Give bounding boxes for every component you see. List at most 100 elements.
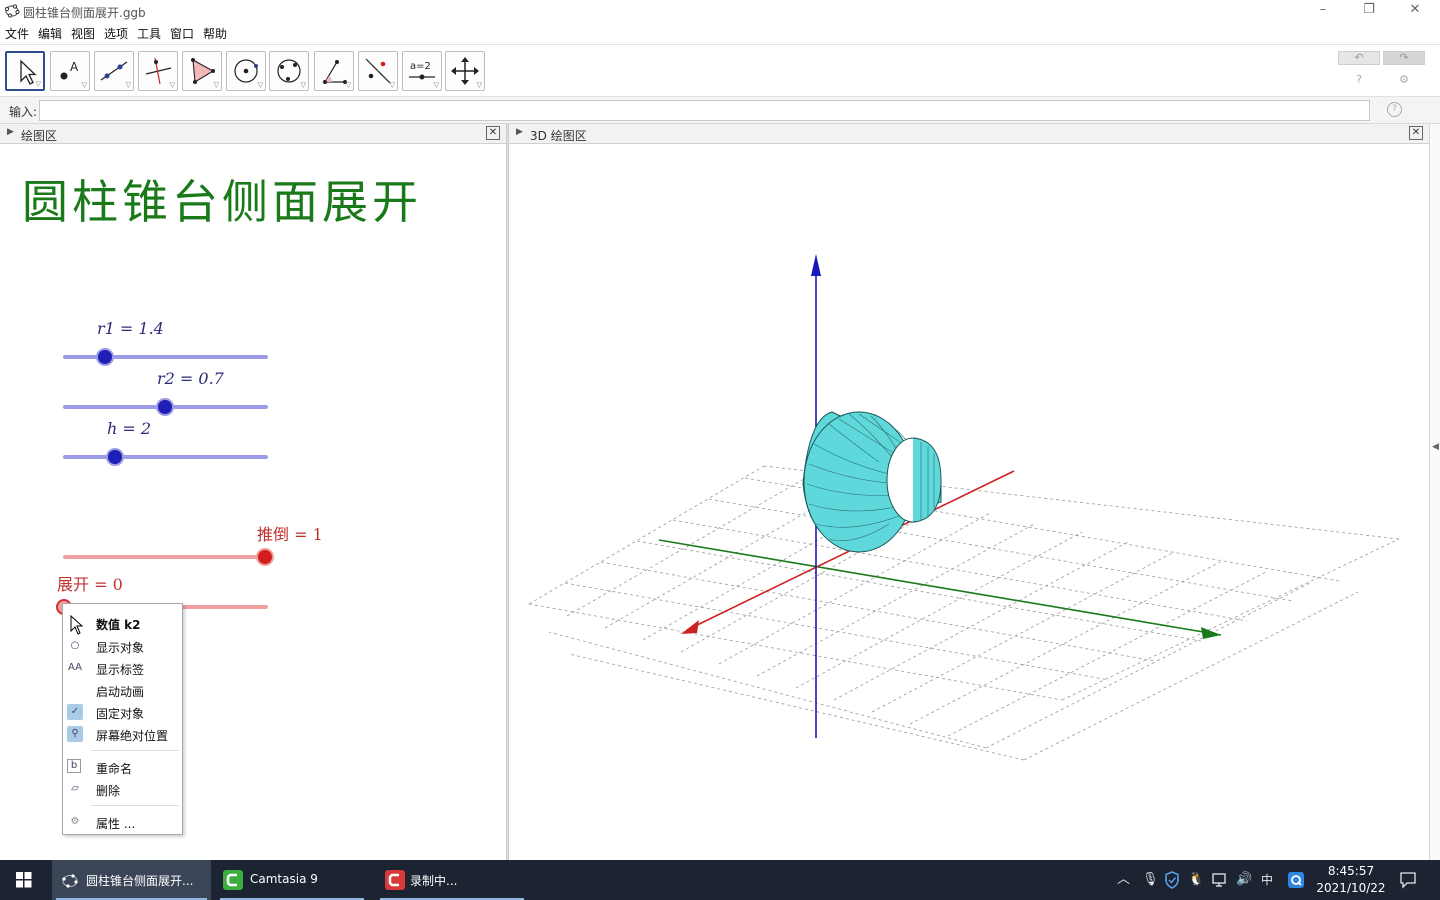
slider-zhankai-label[interactable]: 展开 = 0 bbox=[57, 571, 123, 595]
taskbar-app-geogebra[interactable]: 圆柱锥台侧面展开... bbox=[52, 860, 211, 900]
slider-h-track[interactable] bbox=[63, 455, 268, 459]
menu-item-start-animation[interactable]: 启动动画 bbox=[63, 679, 182, 701]
undo-icon: ↶ bbox=[1354, 51, 1364, 64]
dropdown-triangle-icon: ▽ bbox=[81, 81, 87, 89]
security-shield-icon[interactable] bbox=[1164, 871, 1180, 889]
menu-item-rename[interactable]: b 重命名 bbox=[63, 756, 182, 778]
menu-item-label: 重命名 bbox=[96, 762, 133, 776]
slider-tuidao-track[interactable] bbox=[63, 555, 268, 559]
frustum-surface[interactable] bbox=[802, 411, 942, 553]
menu-item-label: 删除 bbox=[96, 784, 121, 798]
volume-icon[interactable]: 🔊 bbox=[1236, 872, 1252, 888]
qq-penguin-icon[interactable]: 🐧 bbox=[1188, 872, 1204, 888]
menu-file[interactable]: 文件 bbox=[5, 25, 29, 42]
menu-window[interactable]: 窗口 bbox=[170, 25, 194, 42]
close-panel-icon[interactable]: ✕ bbox=[486, 126, 500, 140]
undo-button[interactable]: ↶ bbox=[1338, 51, 1380, 65]
slider-r2-knob[interactable] bbox=[158, 400, 172, 414]
move-arrows-icon bbox=[451, 57, 479, 85]
slider-h-knob[interactable] bbox=[108, 450, 122, 464]
move-tool-button[interactable]: ▽ bbox=[5, 51, 45, 91]
menu-item-delete[interactable]: ▱ 删除 bbox=[63, 778, 182, 800]
slider-r1-knob[interactable] bbox=[98, 350, 112, 364]
graphics-title-text[interactable]: 圆柱锥台侧面展开 bbox=[22, 166, 422, 232]
minimize-button[interactable]: – bbox=[1300, 0, 1346, 22]
taskbar-app-label: Camtasia 9 bbox=[250, 872, 318, 886]
redo-button[interactable]: ↷ bbox=[1383, 51, 1425, 65]
angle-icon bbox=[323, 60, 347, 84]
show-object-icon: ○ bbox=[70, 640, 80, 651]
slider-tool-button[interactable]: a=2 ▽ bbox=[402, 51, 442, 91]
line-tool-button[interactable]: ▽ bbox=[94, 51, 134, 91]
menu-options[interactable]: 选项 bbox=[104, 25, 128, 42]
menu-item-label: 属性 ... bbox=[96, 817, 136, 831]
title-bar: 圆柱锥台侧面展开.ggb – ❐ ✕ bbox=[0, 0, 1440, 22]
angle-tool-button[interactable]: ▽ bbox=[314, 51, 354, 91]
menu-edit[interactable]: 编辑 bbox=[38, 25, 62, 42]
input-help-icon[interactable]: ? bbox=[1387, 102, 1402, 117]
reflect-tool-button[interactable]: ▽ bbox=[358, 51, 398, 91]
menu-item-label: 固定对象 bbox=[96, 707, 145, 721]
menu-item-show-label[interactable]: AA 显示标签 bbox=[63, 657, 182, 679]
menu-item-properties[interactable]: ⚙ 属性 ... bbox=[63, 811, 182, 833]
close-panel-icon[interactable]: ✕ bbox=[1409, 126, 1423, 140]
slider-tuidao-knob[interactable] bbox=[258, 550, 272, 564]
show-hidden-icons-chevron-icon[interactable]: ︿ bbox=[1117, 872, 1130, 888]
panel-expand-icon[interactable]: ▶ bbox=[7, 127, 14, 137]
perpendicular-line-icon bbox=[145, 57, 172, 85]
close-window-button[interactable]: ✕ bbox=[1392, 0, 1438, 22]
slider-h-label[interactable]: h = 2 bbox=[107, 419, 151, 438]
move-view-tool-button[interactable]: ▽ bbox=[445, 51, 485, 91]
menu-help[interactable]: 帮助 bbox=[203, 25, 227, 42]
perpendicular-tool-button[interactable]: ▽ bbox=[138, 51, 178, 91]
restore-button[interactable]: ❐ bbox=[1346, 0, 1392, 22]
qq-browser-icon[interactable] bbox=[1287, 871, 1305, 889]
mouse-cursor-icon bbox=[70, 615, 84, 635]
redo-icon: ↷ bbox=[1399, 51, 1409, 64]
right-sidebar-edge: ◀ bbox=[1429, 124, 1440, 860]
circle-center-icon bbox=[234, 59, 258, 83]
grid-lines bbox=[528, 465, 1400, 761]
gear-icon[interactable]: ⚙ bbox=[1397, 73, 1411, 87]
network-icon[interactable] bbox=[1212, 872, 1230, 888]
point-tool-button[interactable]: A ▽ bbox=[50, 51, 90, 91]
view-3d[interactable] bbox=[509, 144, 1429, 860]
slider-icon: a=2 bbox=[409, 61, 435, 80]
command-input[interactable] bbox=[39, 100, 1370, 121]
pin-icon: ⚲ bbox=[67, 726, 83, 742]
menu-item-fix-object[interactable]: ✓ 固定对象 bbox=[63, 701, 182, 723]
help-icon[interactable]: ? bbox=[1352, 73, 1366, 87]
input-method-indicator[interactable]: 中 bbox=[1261, 872, 1273, 888]
view-3d-canvas[interactable] bbox=[509, 144, 1429, 860]
line-icon bbox=[100, 61, 128, 81]
input-bar: 输入: ? bbox=[0, 96, 1440, 124]
show-label-icon: AA bbox=[68, 662, 82, 673]
slider-r1-track[interactable] bbox=[63, 355, 268, 359]
slider-r2-label[interactable]: r2 = 0.7 bbox=[157, 369, 224, 388]
system-clock[interactable]: 8:45:57 2021/10/22 bbox=[1314, 863, 1388, 897]
sidebar-expand-icon[interactable]: ◀ bbox=[1432, 442, 1439, 452]
context-menu-header-label: 数值 k2 bbox=[96, 618, 141, 632]
notification-center-icon[interactable] bbox=[1399, 871, 1417, 889]
geogebra-logo-icon bbox=[62, 874, 78, 888]
menu-bar: 文件 编辑 视图 选项 工具 窗口 帮助 bbox=[0, 22, 1440, 44]
window-title: 圆柱锥台侧面展开.ggb bbox=[23, 6, 146, 20]
taskbar-app-recorder[interactable]: 录制中... bbox=[376, 860, 528, 900]
menu-item-show-object[interactable]: ○ 显示对象 bbox=[63, 635, 182, 657]
microphone-icon[interactable]: 🎙 bbox=[1142, 872, 1159, 888]
polygon-tool-button[interactable]: ▽ bbox=[182, 51, 222, 91]
menu-item-absolute-position[interactable]: ⚲ 屏幕绝对位置 bbox=[63, 723, 182, 745]
circle-tool-button[interactable]: ▽ bbox=[226, 51, 266, 91]
start-button[interactable] bbox=[0, 860, 48, 900]
dropdown-triangle-icon: ▽ bbox=[257, 81, 263, 89]
conic-tool-button[interactable]: ▽ bbox=[269, 51, 309, 91]
check-icon: ✓ bbox=[67, 704, 83, 720]
panel-expand-icon[interactable]: ▶ bbox=[516, 127, 523, 137]
dropdown-triangle-icon: ▽ bbox=[169, 81, 175, 89]
slider-r1-label[interactable]: r1 = 1.4 bbox=[97, 319, 164, 338]
camtasia-recorder-icon bbox=[385, 870, 405, 890]
menu-tools[interactable]: 工具 bbox=[137, 25, 161, 42]
taskbar-app-camtasia[interactable]: Camtasia 9 bbox=[216, 860, 368, 900]
slider-tuidao-label[interactable]: 推倒 = 1 bbox=[257, 521, 323, 545]
menu-view[interactable]: 视图 bbox=[71, 25, 95, 42]
